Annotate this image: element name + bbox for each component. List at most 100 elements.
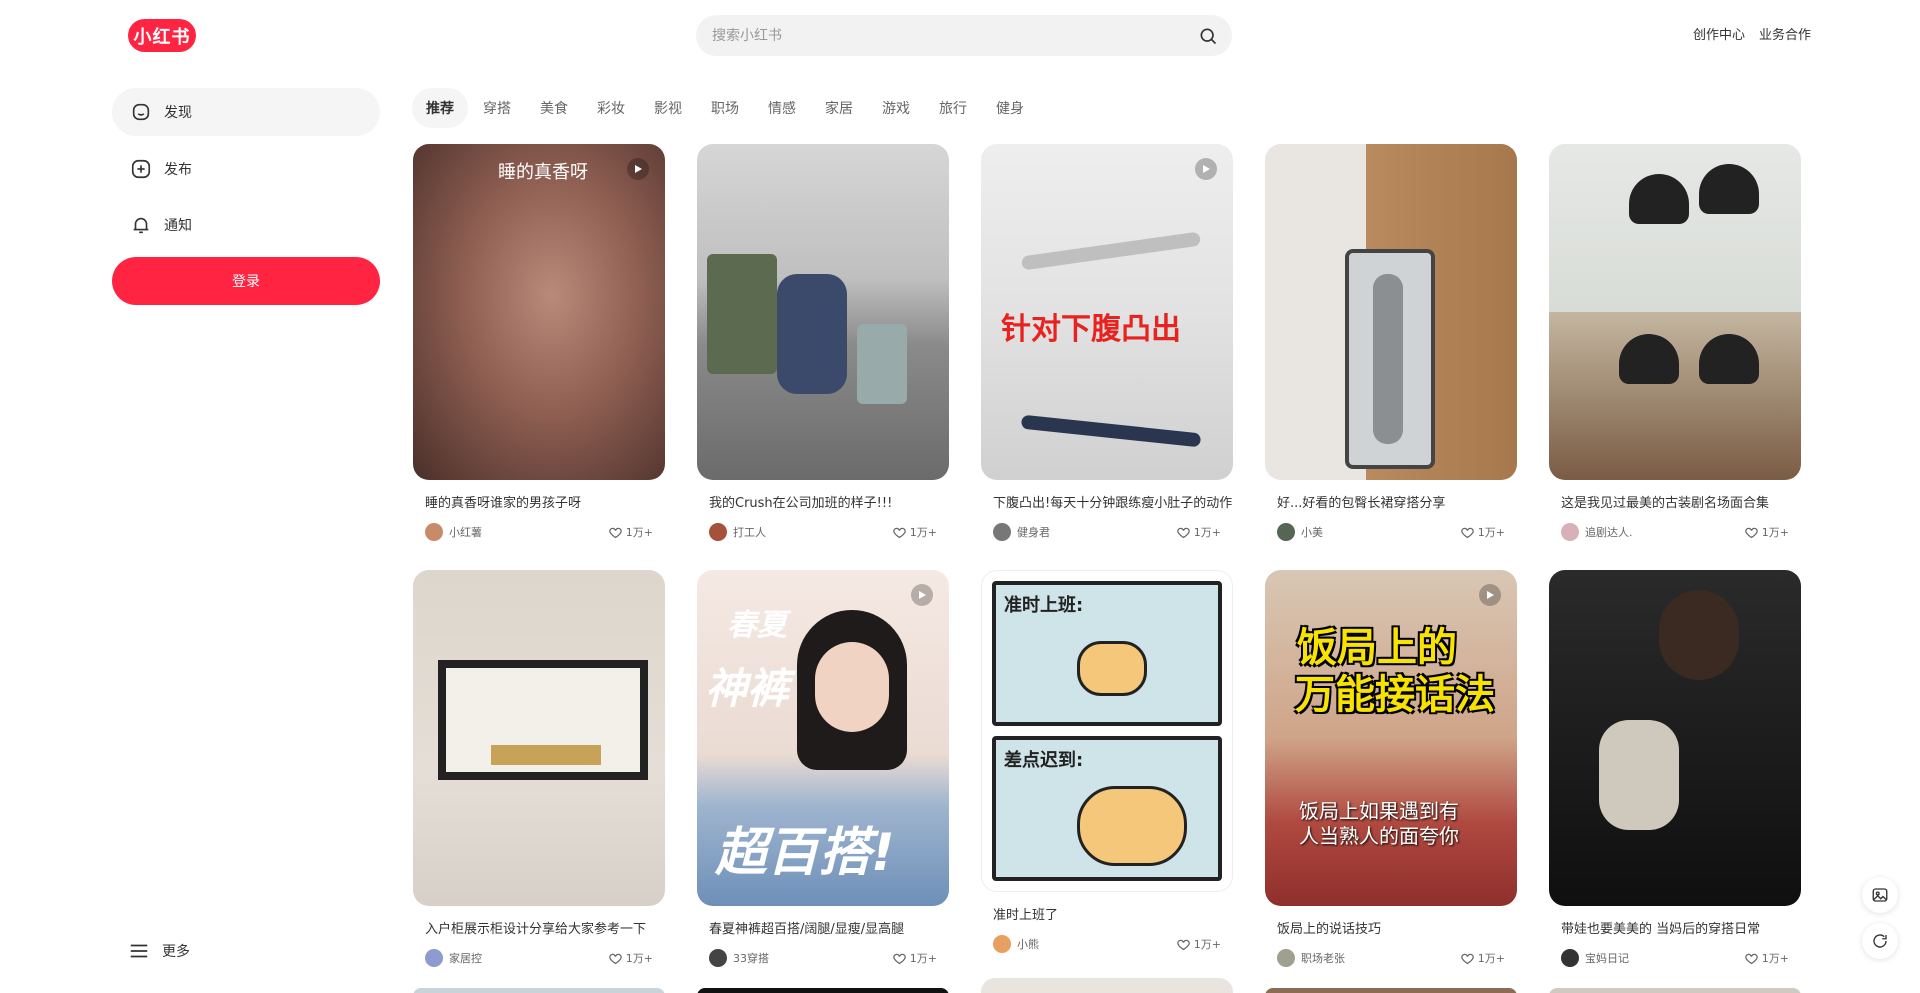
- like-count[interactable]: 1万+: [1460, 950, 1505, 966]
- like-count[interactable]: 1万+: [1460, 524, 1505, 540]
- cover-caption: 睡的真香呀: [498, 162, 588, 183]
- note-title[interactable]: 好...好看的包臀长裙穿搭分享: [1265, 492, 1517, 510]
- like-count[interactable]: 1万+: [608, 950, 653, 966]
- note-cover-peek[interactable]: [1549, 988, 1801, 993]
- logo[interactable]: 小红书: [128, 19, 196, 52]
- channel-tab[interactable]: 推荐: [412, 88, 468, 128]
- home-icon: [132, 103, 150, 121]
- more-menu[interactable]: 更多: [128, 940, 190, 962]
- avatar[interactable]: [425, 523, 443, 541]
- search-input[interactable]: [712, 15, 1182, 56]
- note-title[interactable]: 带娃也要美美的 当妈后的穿搭日常: [1549, 918, 1801, 936]
- nav-creator-center[interactable]: 创作中心: [1693, 24, 1745, 43]
- channel-tabs: 推荐 穿搭 美食 彩妆 影视 职场 情感 家居 游戏 旅行 健身: [412, 88, 1039, 128]
- channel-tab[interactable]: 彩妆: [583, 88, 639, 128]
- avatar[interactable]: [1561, 523, 1579, 541]
- avatar[interactable]: [1277, 523, 1295, 541]
- video-icon: [1479, 584, 1501, 606]
- like-count[interactable]: 1万+: [892, 524, 937, 540]
- note-title[interactable]: 这是我见过最美的古装剧名场面合集: [1549, 492, 1801, 510]
- author-name[interactable]: 小熊: [1017, 936, 1176, 952]
- like-count[interactable]: 1万+: [1176, 936, 1221, 952]
- like-count[interactable]: 1万+: [608, 524, 653, 540]
- avatar[interactable]: [1277, 949, 1295, 967]
- note-cover[interactable]: [413, 570, 665, 906]
- author-name[interactable]: 职场老张: [1301, 950, 1460, 966]
- note-title[interactable]: 我的Crush在公司加班的样子!!!: [697, 492, 949, 510]
- channel-tab[interactable]: 职场: [697, 88, 753, 128]
- author-name[interactable]: 宝妈日记: [1585, 950, 1744, 966]
- author-name[interactable]: 健身君: [1017, 524, 1176, 540]
- avatar[interactable]: [425, 949, 443, 967]
- sidebar-item-notifications[interactable]: 通知: [112, 201, 380, 249]
- note-title[interactable]: 准时上班了: [981, 904, 1233, 922]
- image-search-button[interactable]: [1862, 877, 1898, 913]
- note-card[interactable]: 准时上班: 差点迟到: 准时上班了 小熊 1万+: [981, 570, 1233, 954]
- like-text: 1万+: [1761, 526, 1789, 539]
- author-name[interactable]: 追剧达人.: [1585, 524, 1744, 540]
- video-icon: [627, 158, 649, 180]
- note-cover-peek[interactable]: [413, 988, 665, 993]
- note-card[interactable]: 针对下腹凸出 下腹凸出!每天十分钟跟练瘦小肚子的动作 健身君 1万+: [981, 144, 1233, 542]
- note-cover[interactable]: [1549, 570, 1801, 906]
- like-count[interactable]: 1万+: [1744, 524, 1789, 540]
- note-cover[interactable]: [697, 144, 949, 480]
- channel-tab[interactable]: 游戏: [868, 88, 924, 128]
- avatar[interactable]: [993, 935, 1011, 953]
- channel-tab[interactable]: 情感: [754, 88, 810, 128]
- refresh-button[interactable]: [1862, 923, 1898, 959]
- avatar[interactable]: [1561, 949, 1579, 967]
- sidebar-item-publish[interactable]: 发布: [112, 145, 380, 193]
- note-card[interactable]: 睡的真香呀 睡的真香呀谁家的男孩子呀 小红薯 1万+: [413, 144, 665, 542]
- note-card[interactable]: 春夏 神裤 超百搭! 春夏神裤超百搭/阔腿/显瘦/显高腿 33穿搭 1万+: [697, 570, 949, 968]
- note-title[interactable]: 春夏神裤超百搭/阔腿/显瘦/显高腿: [697, 918, 949, 936]
- author-name[interactable]: 家居控: [449, 950, 608, 966]
- author-name[interactable]: 打工人: [733, 524, 892, 540]
- note-card[interactable]: 饭局上的 万能接话法 饭局上如果遇到有 人当熟人的面夸你 饭局上的说话技巧 职场…: [1265, 570, 1517, 968]
- login-button[interactable]: 登录: [112, 257, 380, 305]
- nav-business[interactable]: 业务合作: [1759, 24, 1811, 43]
- note-cover[interactable]: [1265, 144, 1517, 480]
- author-name[interactable]: 小美: [1301, 524, 1460, 540]
- note-card[interactable]: 入户柜展示柜设计分享给大家参考一下 家居控 1万+: [413, 570, 665, 968]
- avatar[interactable]: [993, 523, 1011, 541]
- channel-tab[interactable]: 影视: [640, 88, 696, 128]
- heart-icon: [1461, 527, 1474, 538]
- note-title[interactable]: 睡的真香呀谁家的男孩子呀: [413, 492, 665, 510]
- sidebar-item-discover[interactable]: 发现: [112, 88, 380, 136]
- search-bar[interactable]: [696, 15, 1232, 56]
- note-cover[interactable]: 针对下腹凸出: [981, 144, 1233, 480]
- note-cover-peek[interactable]: [981, 978, 1233, 993]
- like-count[interactable]: 1万+: [1176, 524, 1221, 540]
- note-title[interactable]: 入户柜展示柜设计分享给大家参考一下: [413, 918, 665, 936]
- heart-icon: [1177, 527, 1190, 538]
- avatar[interactable]: [709, 523, 727, 541]
- channel-tab[interactable]: 穿搭: [469, 88, 525, 128]
- note-cover[interactable]: 春夏 神裤 超百搭!: [697, 570, 949, 906]
- note-card[interactable]: 带娃也要美美的 当妈后的穿搭日常 宝妈日记 1万+: [1549, 570, 1801, 968]
- note-cover-peek[interactable]: [697, 988, 949, 993]
- author-name[interactable]: 33穿搭: [733, 950, 892, 966]
- note-cover[interactable]: 睡的真香呀: [413, 144, 665, 480]
- note-card[interactable]: 这是我见过最美的古装剧名场面合集 追剧达人. 1万+: [1549, 144, 1801, 542]
- note-title[interactable]: 饭局上的说话技巧: [1265, 918, 1517, 936]
- note-cover[interactable]: [1549, 144, 1801, 480]
- cover-caption: 万能接话法: [1295, 672, 1495, 718]
- note-card[interactable]: 我的Crush在公司加班的样子!!! 打工人 1万+: [697, 144, 949, 542]
- author-name[interactable]: 小红薯: [449, 524, 608, 540]
- like-count[interactable]: 1万+: [1744, 950, 1789, 966]
- note-cover-peek[interactable]: [1265, 988, 1517, 993]
- note-card[interactable]: 好...好看的包臀长裙穿搭分享 小美 1万+: [1265, 144, 1517, 542]
- note-cover[interactable]: 饭局上的 万能接话法 饭局上如果遇到有 人当熟人的面夸你: [1265, 570, 1517, 906]
- avatar[interactable]: [709, 949, 727, 967]
- search-icon[interactable]: [1198, 26, 1218, 46]
- note-cover[interactable]: 准时上班: 差点迟到:: [981, 570, 1233, 892]
- channel-tab[interactable]: 家居: [811, 88, 867, 128]
- note-title[interactable]: 下腹凸出!每天十分钟跟练瘦小肚子的动作: [981, 492, 1233, 510]
- heart-icon: [1745, 953, 1758, 964]
- channel-tab[interactable]: 美食: [526, 88, 582, 128]
- channel-tab[interactable]: 旅行: [925, 88, 981, 128]
- like-text: 1万+: [1477, 526, 1505, 539]
- like-count[interactable]: 1万+: [892, 950, 937, 966]
- channel-tab[interactable]: 健身: [982, 88, 1038, 128]
